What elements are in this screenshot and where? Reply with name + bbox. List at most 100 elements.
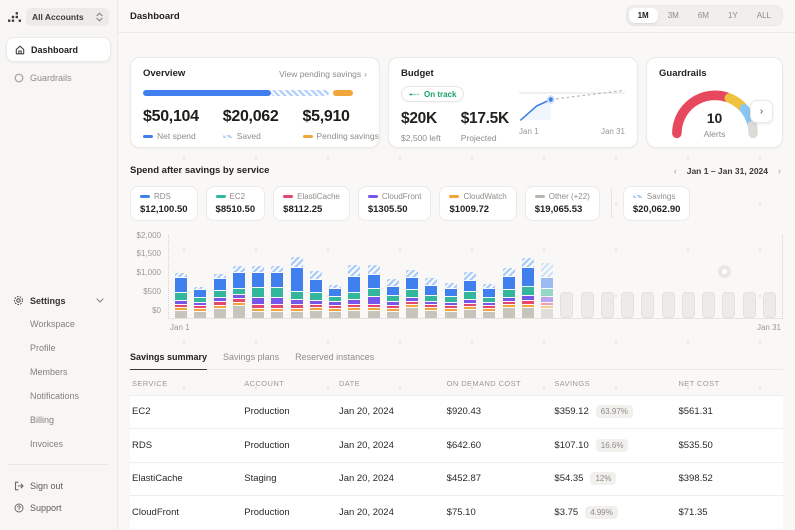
bar-segment-cloudwatch [502,304,515,307]
sidebar-header: All Accounts [6,0,111,33]
bar-day-6[interactable] [271,266,284,318]
legend-chip-savings[interactable]: Savings $20,062.90 [622,186,691,221]
range-6m-button[interactable]: 6M [689,8,718,23]
bar-segment-cloudfront [521,296,534,301]
sidebar-item-signout[interactable]: Sign out [6,473,111,498]
bar-segment-rds [502,276,515,290]
sidebar-item-settings[interactable]: Settings [6,289,111,312]
cell-on-demand-cost: $642.60 [446,439,482,451]
legend-chip-ec2[interactable]: EC2 $8510.50 [205,186,266,221]
bar-day-5[interactable] [252,266,265,318]
bar-day-3[interactable] [213,274,226,318]
bar-day-13[interactable] [406,269,419,318]
bar-segment-elasticache [194,306,207,309]
y-axis-tick: $1,500 [136,249,161,259]
sidebar-subitem-billing[interactable]: Billing [6,408,111,432]
bar-placeholder-day-24 [621,291,635,318]
legend-chip-rds[interactable]: RDS $12,100.50 [130,186,198,221]
sidebar-item-support[interactable]: Support [6,498,111,520]
bar-day-14[interactable] [425,278,438,318]
bar-day-20[interactable] [541,262,554,318]
bar-segment-other-22- [502,307,515,318]
bar-day-4[interactable] [232,266,245,318]
bar-day-7[interactable] [290,256,303,318]
y-axis-tick: $0 [152,305,161,315]
bar-day-16[interactable] [463,272,476,318]
range-1m-button[interactable]: 1M [628,8,658,23]
bar-day-10[interactable] [348,264,361,318]
bar-segment-ec2 [329,297,342,302]
range-3m-button[interactable]: 3M [659,8,688,23]
cell-service: ElastiCache [132,473,183,485]
bar-segment-cloudwatch [175,308,187,311]
bar-segment-cloudfront [502,297,515,301]
bar-segment-rds [444,288,457,297]
bar-segment-elasticache [329,305,342,308]
bar-segment-savings [309,270,322,279]
sidebar-subitem-workspace[interactable]: Workspace [6,312,111,336]
guardrails-next-button[interactable]: › [750,100,773,123]
table-row[interactable]: EC2 Production Jan 20, 2024 $920.43 $359.12 6… [130,394,783,428]
sidebar-subitem-members[interactable]: Members [6,360,111,384]
view-pending-savings-link[interactable]: View pending savings › [279,69,367,79]
sidebar-subitem-invoices[interactable]: Invoices [6,432,111,456]
bar-segment-other-22- [329,311,342,318]
time-range-segmented-control: 1M 3M 6M 1Y ALL [625,5,783,26]
budget-axis-end: Jan 31 [600,127,625,136]
legend-chip-other-22-[interactable]: Other (+22) $19,065.53 [524,186,600,221]
chevron-left-icon[interactable]: ‹ [672,166,679,176]
table-row[interactable]: RDS Production Jan 20, 2024 $642.60 $107.10 1… [130,428,783,462]
sidebar-subitem-profile[interactable]: Profile [6,336,111,360]
legend-chip-elasticache[interactable]: ElastiCache $8112.25 [273,186,350,221]
sidebar-item-guardrails[interactable]: Guardrails [6,66,111,89]
budget-projected-block: $17.5K Projected [461,110,509,143]
chart-x-axis: Jan 1 Jan 31 [168,323,783,332]
legend-chip-cloudwatch[interactable]: CloudWatch $1009.72 [439,186,517,221]
bar-day-8[interactable] [309,270,322,318]
bar-day-2[interactable] [194,286,207,318]
bar-segment-cloudfront [329,302,342,305]
account-selector[interactable]: All Accounts [26,7,109,26]
bar-day-1[interactable] [175,273,187,318]
bar-day-15[interactable] [444,282,457,318]
range-1y-button[interactable]: 1Y [719,8,747,23]
chevron-right-icon[interactable]: › [776,166,783,176]
sidebar-item-label: Dashboard [31,44,79,55]
sidebar-subitem-notifications[interactable]: Notifications [6,384,111,408]
bar-segment-other-22- [406,307,419,318]
legend-chip-value: $8112.25 [283,203,323,215]
bar-day-9[interactable] [329,284,342,318]
tab-savings-summary[interactable]: Savings summary [130,347,208,370]
sidebar-item-dashboard[interactable]: Dashboard [6,37,111,62]
legend-chip-cloudfront[interactable]: CloudFront $1305.50 [357,186,432,221]
guardrails-card-title: Guardrails [659,68,707,79]
app-root: All Accounts Dashboard Guardrails Settin… [0,0,795,530]
bar-day-19[interactable] [521,257,534,318]
bar-segment-savings [348,264,361,277]
progress-segment-net-spend [143,90,271,96]
bar-segment-elasticache [425,305,438,308]
bar-segment-cloudfront [175,300,187,304]
bar-day-18[interactable] [502,268,515,318]
bar-day-11[interactable] [367,264,380,318]
bar-placeholder-day-31 [762,291,776,318]
range-all-button[interactable]: ALL [748,8,780,23]
bar-day-12[interactable] [386,278,399,318]
tab-reserved-instances[interactable]: Reserved instances [295,347,374,370]
sidebar: All Accounts Dashboard Guardrails Settin… [0,0,118,530]
bar-segment-elasticache [502,301,515,304]
topbar: Dashboard 1M 3M 6M 1Y ALL [118,0,795,33]
bar-segment-cloudwatch [386,308,399,311]
tab-savings-plans[interactable]: Savings plans [223,347,279,370]
table-row[interactable]: CloudFront Production Jan 20, 2024 $75.10 $3… [130,495,783,529]
bar-segment-cloudwatch [483,309,496,312]
legend-chip-name: Other (+22) [534,192,590,201]
bar-segment-savings [425,278,438,285]
chevron-right-icon: › [759,106,764,117]
progress-segment-pending-savings [332,90,354,96]
table-row[interactable]: ElastiCache Staging Jan 20, 2024 $452.87 $54… [130,461,783,495]
bar-segment-cloudwatch [348,308,361,311]
bar-placeholder-day-30 [742,291,756,318]
legend-chip-name: Savings [632,192,681,201]
bar-day-17[interactable] [483,283,496,318]
